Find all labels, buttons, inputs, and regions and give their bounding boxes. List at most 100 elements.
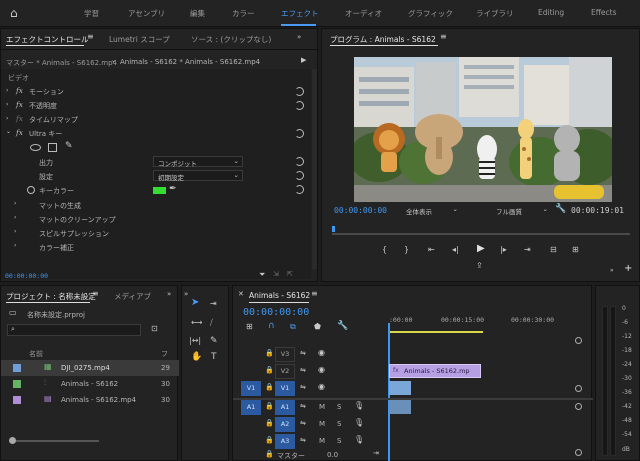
effect-time-remap[interactable]: タイムリマップ (29, 115, 78, 125)
track-v3-target[interactable]: V3 (275, 347, 295, 362)
expand-arrow-icon[interactable]: › (6, 115, 8, 122)
vertical-zoom-handle[interactable] (575, 403, 582, 410)
tab-lumetri-scopes[interactable]: Lumetri スコープ (109, 34, 170, 45)
timeline-clip[interactable] (389, 381, 411, 395)
expand-arrow-icon[interactable]: › (6, 101, 8, 108)
mute-button[interactable]: M (319, 403, 325, 411)
expand-arrow-icon[interactable]: › (14, 200, 16, 207)
list-item[interactable]: ⫶ Animals - S6162 30 (1, 376, 179, 392)
fx-badge-icon[interactable]: fx (16, 114, 23, 123)
linked-selection-icon[interactable]: ⧉ (290, 322, 296, 332)
playhead-marker[interactable] (332, 226, 335, 232)
type-tool-icon[interactable]: T (211, 352, 217, 362)
reset-icon[interactable] (295, 171, 304, 180)
output-dropdown[interactable]: コンポジット ⌄ (153, 156, 243, 168)
track-a2-target[interactable]: A2 (275, 417, 295, 432)
workspace-libraries[interactable]: ライブラリ (476, 8, 514, 19)
mark-out-icon[interactable]: } (404, 245, 409, 254)
zoom-slider-handle[interactable] (9, 437, 16, 444)
razor-tool-icon[interactable]: ⧸ (210, 318, 213, 328)
column-fps-header[interactable]: フ (161, 349, 168, 359)
track-v1-target[interactable]: V1 (275, 381, 295, 396)
source-patch-v1[interactable]: V1 (241, 381, 261, 396)
hand-tool-icon[interactable]: ✋ (191, 352, 202, 362)
zoom-dropdown[interactable]: 全体表示 ⌄ (402, 205, 460, 216)
effect-controls-timecode[interactable]: 00:00:00:00 (5, 272, 48, 280)
tab-source[interactable]: ソース : (クリップなし) (191, 34, 271, 45)
close-icon[interactable]: ✕ (238, 290, 244, 298)
reset-icon[interactable] (295, 157, 304, 166)
track-v2-target[interactable]: V2 (275, 364, 295, 379)
rectangle-mask-icon[interactable] (48, 143, 57, 152)
eye-icon[interactable]: ◉ (318, 382, 325, 391)
sequence-tab[interactable]: Animals - S6162 (249, 291, 310, 300)
expand-arrow-icon[interactable]: › (6, 87, 8, 94)
sequence-clip-label[interactable]: Animals - S6162 * Animals - S6162.mp4 (120, 58, 260, 66)
sync-lock-icon[interactable]: ⇋ (300, 402, 306, 410)
scrub-bar[interactable] (332, 233, 630, 235)
playhead-timecode[interactable]: 00:00:00:00 (334, 206, 387, 215)
eyedropper-icon[interactable]: ✒ (169, 184, 177, 194)
project-search-input[interactable]: ⌕ (7, 324, 141, 336)
mic-icon[interactable]: 🎙 (354, 401, 364, 410)
workspace-graphics[interactable]: グラフィック (408, 8, 453, 19)
subgroup-color-correction[interactable]: カラー補正 (39, 243, 74, 253)
subgroup-spill-suppression[interactable]: スピルサプレッション (39, 229, 109, 239)
play-icon[interactable]: ▶ (477, 243, 485, 254)
reset-icon[interactable] (295, 129, 304, 138)
panel-overflow-icon[interactable]: » (297, 33, 301, 41)
wrench-icon[interactable]: 🔧 (337, 321, 348, 331)
fx-badge-icon[interactable]: fx (16, 100, 23, 109)
program-monitor-title[interactable]: プログラム : Animals - S6162 (330, 34, 436, 45)
export-frame-icon[interactable]: ⇲ (273, 270, 279, 278)
go-to-end-icon[interactable]: ⇥ (373, 449, 379, 457)
mute-button[interactable]: M (319, 420, 325, 428)
chevron-down-icon[interactable]: ⌄ (111, 57, 116, 64)
panel-overflow-icon[interactable]: » (184, 290, 188, 298)
work-area-bar[interactable] (389, 331, 483, 333)
panel-overflow-icon[interactable]: » (610, 267, 614, 274)
workspace-assembly[interactable]: アセンブリ (128, 8, 165, 19)
panel-menu-icon[interactable]: ≡ (92, 289, 99, 298)
slip-tool-icon[interactable]: |↔| (189, 336, 201, 345)
tab-media-browser[interactable]: メディアブ (114, 291, 151, 302)
go-to-out-icon[interactable]: ⇥ (524, 245, 531, 254)
quality-dropdown[interactable]: フル画質 ⌄ (492, 205, 550, 216)
reset-icon[interactable] (295, 185, 304, 194)
panel-menu-icon[interactable]: ≡ (311, 289, 318, 298)
play-arrow-icon[interactable]: ▶ (301, 56, 306, 64)
label-color-swatch[interactable] (13, 380, 21, 388)
panel-overflow-icon[interactable]: » (167, 290, 171, 298)
expand-arrow-icon[interactable]: › (14, 214, 16, 221)
key-color-swatch[interactable] (153, 187, 166, 194)
reset-icon[interactable] (295, 101, 304, 110)
lock-icon[interactable]: 🔒 (265, 419, 274, 427)
master-volume-value[interactable]: 0.0 (327, 451, 338, 459)
workspace-effects-ja[interactable]: エフェクト (281, 8, 319, 19)
marker-icon[interactable]: ⬟ (314, 322, 321, 331)
fx-badge-icon[interactable]: fx (16, 128, 23, 137)
sync-lock-icon[interactable]: ⇋ (300, 419, 306, 427)
sync-lock-icon[interactable]: ⇋ (300, 349, 306, 357)
lock-icon[interactable]: 🔒 (265, 450, 274, 458)
timeline-timecode[interactable]: 00:00:00:00 (243, 307, 309, 318)
pen-mask-icon[interactable]: ✎ (65, 141, 73, 151)
tab-project[interactable]: プロジェクト : 名称未設定 (6, 291, 96, 302)
stopwatch-icon[interactable] (27, 186, 35, 194)
track-a1-target[interactable]: A1 (275, 400, 295, 415)
track-a3-target[interactable]: A3 (275, 434, 295, 449)
reset-icon[interactable] (295, 87, 304, 96)
selection-tool-icon[interactable]: ➤ (191, 297, 199, 308)
eye-icon[interactable]: ◉ (318, 365, 325, 374)
source-patch-a1[interactable]: A1 (241, 400, 261, 415)
lock-icon[interactable]: 🔒 (265, 349, 274, 357)
expand-arrow-icon[interactable]: › (14, 242, 16, 249)
workspace-color[interactable]: カラー (232, 8, 255, 19)
new-bin-search-icon[interactable]: ⊡ (151, 324, 158, 333)
snap-icon[interactable]: ∩ (268, 321, 275, 331)
fx-badge-icon[interactable]: fx (16, 86, 23, 95)
workspace-effects[interactable]: Effects (591, 8, 617, 17)
subgroup-matte-cleanup[interactable]: マットのクリーンアップ (39, 215, 116, 225)
lock-icon[interactable]: 🔒 (265, 383, 274, 391)
effect-motion[interactable]: モーション (29, 87, 64, 97)
